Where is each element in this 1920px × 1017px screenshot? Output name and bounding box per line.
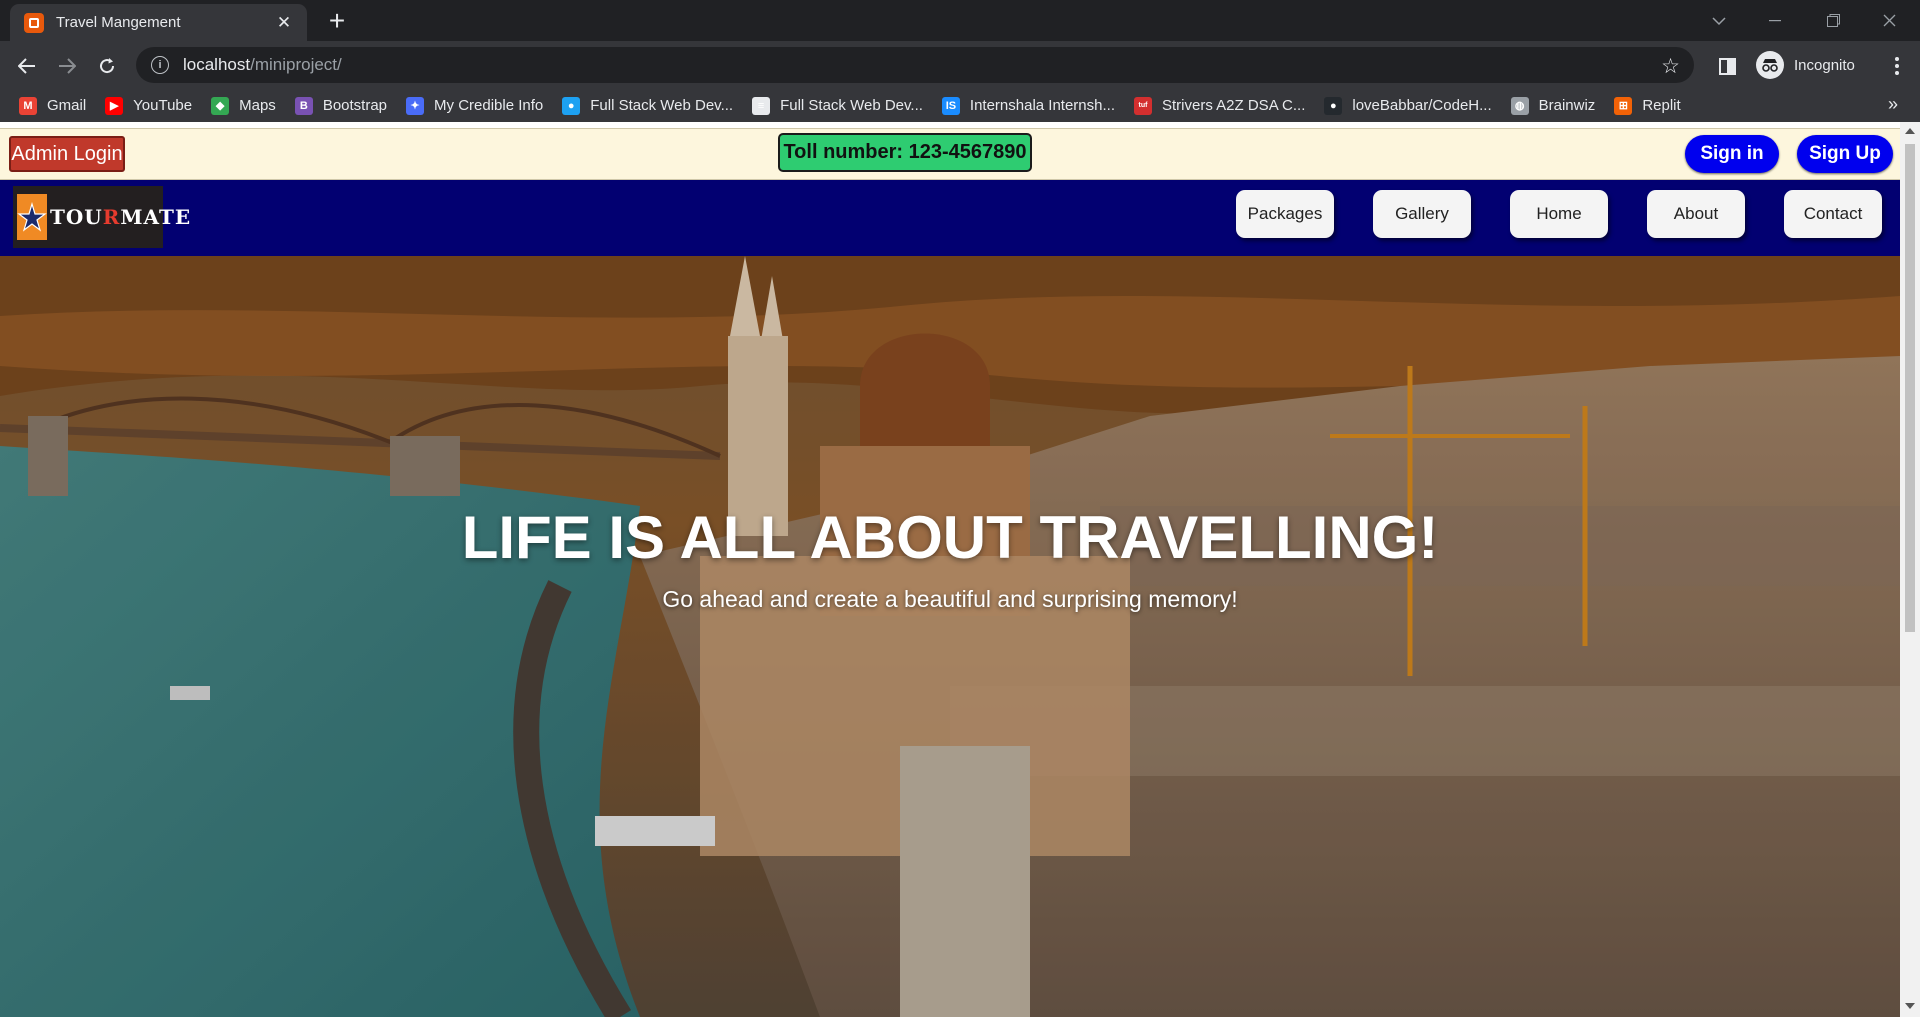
bookmark-label: Full Stack Web Dev...	[780, 97, 923, 114]
scrollbar-thumb[interactable]	[1905, 144, 1915, 632]
bookmark-label: loveBabbar/CodeH...	[1352, 97, 1492, 114]
bookmark-item[interactable]: ≡ Full Stack Web Dev...	[752, 96, 923, 115]
bookmark-label: Strivers A2Z DSA C...	[1162, 97, 1306, 114]
scroll-up-arrow-icon[interactable]	[1905, 128, 1915, 134]
site-favicon-icon	[24, 12, 44, 33]
credible-icon: ✦	[406, 96, 425, 115]
browser-menu-icon[interactable]	[1882, 49, 1912, 83]
bookmark-label: Internshala Internsh...	[969, 97, 1115, 114]
tourmate-logo[interactable]: TOURMATE	[13, 186, 190, 248]
youtube-icon: ▶	[105, 96, 124, 115]
bookmark-item[interactable]: ● loveBabbar/CodeH...	[1324, 96, 1492, 115]
bookmark-label: Bootstrap	[322, 97, 388, 114]
bookmark-item[interactable]: IS Internshala Internsh...	[941, 96, 1115, 115]
url-text[interactable]: localhost/miniproject/	[183, 55, 342, 75]
bookmark-label: My Credible Info	[434, 97, 544, 114]
hero-banner: LIFE IS ALL ABOUT TRAVELLING! Go ahead a…	[0, 256, 1900, 1017]
internshala-icon: IS	[941, 96, 960, 115]
doc-icon: ≡	[752, 96, 771, 115]
browser-tab[interactable]: Travel Mangement ✕	[10, 4, 307, 41]
browser-toolbar: i localhost/miniproject/ ☆ Incognito	[0, 41, 1920, 89]
admin-login-button[interactable]: Admin Login	[9, 136, 125, 172]
bookmark-item[interactable]: ▶ YouTube	[105, 96, 193, 115]
bootstrap-icon: B	[294, 96, 313, 115]
page-viewport: Admin Login Toll number: 123-4567890 Sig…	[0, 122, 1920, 1017]
close-tab-icon[interactable]: ✕	[273, 13, 295, 33]
window-close-icon[interactable]	[1866, 0, 1912, 41]
logo-text-part1: TOU	[50, 205, 103, 229]
hero-title: LIFE IS ALL ABOUT TRAVELLING!	[461, 504, 1439, 571]
incognito-profile[interactable]: Incognito	[1756, 47, 1855, 83]
logo-star-icon	[17, 194, 47, 240]
tab-title: Travel Mangement	[56, 14, 181, 31]
bookmark-item[interactable]: ● Full Stack Web Dev...	[562, 96, 734, 115]
incognito-label: Incognito	[1794, 56, 1855, 74]
bookmark-item[interactable]: tuf Strivers A2Z DSA C...	[1134, 96, 1306, 115]
side-panel-icon[interactable]	[1710, 49, 1744, 83]
site-info-icon[interactable]: i	[151, 56, 169, 74]
replit-icon: ⊞	[1614, 96, 1633, 115]
scroll-down-arrow-icon[interactable]	[1905, 1003, 1915, 1009]
sign-up-button[interactable]: Sign Up	[1797, 135, 1893, 173]
bookmark-label: Full Stack Web Dev...	[590, 97, 734, 114]
bookmark-star-icon[interactable]: ☆	[1661, 54, 1680, 79]
gmail-icon: M	[19, 96, 37, 115]
maps-icon: ◆	[211, 96, 230, 115]
top-info-bar: Admin Login Toll number: 123-4567890 Sig…	[0, 128, 1900, 180]
bookmark-item[interactable]: ◆ Maps	[211, 96, 276, 115]
bookmark-label: Replit	[1642, 97, 1681, 114]
bookmark-item[interactable]: M Gmail	[19, 96, 87, 115]
tab-search-icon[interactable]	[1696, 0, 1742, 41]
hero-subtitle: Go ahead and create a beautiful and surp…	[662, 586, 1238, 612]
bookmark-label: Maps	[239, 97, 276, 114]
browser-tabstrip: Travel Mangement ✕ +	[0, 0, 1920, 41]
bookmark-item[interactable]: ✦ My Credible Info	[406, 96, 544, 115]
tuf-icon: tuf	[1134, 96, 1152, 115]
new-tab-icon[interactable]: +	[322, 6, 352, 36]
forward-icon[interactable]	[50, 49, 84, 83]
bookmarks-bar: M Gmail ▶ YouTube ◆ Maps B Bootstrap ✦ My Credibl…	[0, 89, 1920, 122]
reload-icon[interactable]	[90, 49, 124, 83]
nav-about[interactable]: About	[1647, 190, 1745, 238]
nav-gallery[interactable]: Gallery	[1373, 190, 1471, 238]
hero-background-image	[0, 256, 1900, 1017]
logo-text: TOURMATE	[50, 205, 191, 229]
page-scrollbar[interactable]	[1900, 122, 1920, 1017]
bookmark-item[interactable]: ⊞ Replit	[1614, 96, 1681, 115]
github-icon: ●	[1324, 96, 1343, 115]
nav-home[interactable]: Home	[1510, 190, 1608, 238]
bookmark-label: Brainwiz	[1538, 97, 1596, 114]
globe-icon: ◍	[1510, 96, 1529, 115]
main-navbar: TOURMATE Packages Gallery Home About Con…	[0, 180, 1900, 256]
back-icon[interactable]	[10, 49, 44, 83]
bookmark-label: YouTube	[133, 97, 193, 114]
incognito-icon	[1756, 51, 1784, 79]
restore-icon[interactable]	[1810, 0, 1856, 41]
nav-contact[interactable]: Contact	[1784, 190, 1882, 238]
sign-in-button[interactable]: Sign in	[1685, 135, 1779, 173]
logo-text-part2: R	[102, 205, 121, 229]
fullstack-icon: ●	[562, 96, 581, 115]
bookmark-label: Gmail	[47, 97, 87, 114]
logo-text-part3: MATE	[120, 205, 192, 229]
url-host: localhost	[183, 55, 251, 74]
minimize-icon[interactable]	[1752, 0, 1798, 41]
bookmark-item[interactable]: B Bootstrap	[294, 96, 388, 115]
toll-number-badge: Toll number: 123-4567890	[778, 133, 1032, 172]
address-bar[interactable]: i localhost/miniproject/ ☆	[136, 47, 1694, 83]
url-path: /miniproject/	[250, 55, 342, 74]
nav-packages[interactable]: Packages	[1236, 190, 1334, 238]
more-bookmarks-icon[interactable]: »	[1888, 94, 1898, 115]
bookmark-item[interactable]: ◍ Brainwiz	[1510, 96, 1596, 115]
